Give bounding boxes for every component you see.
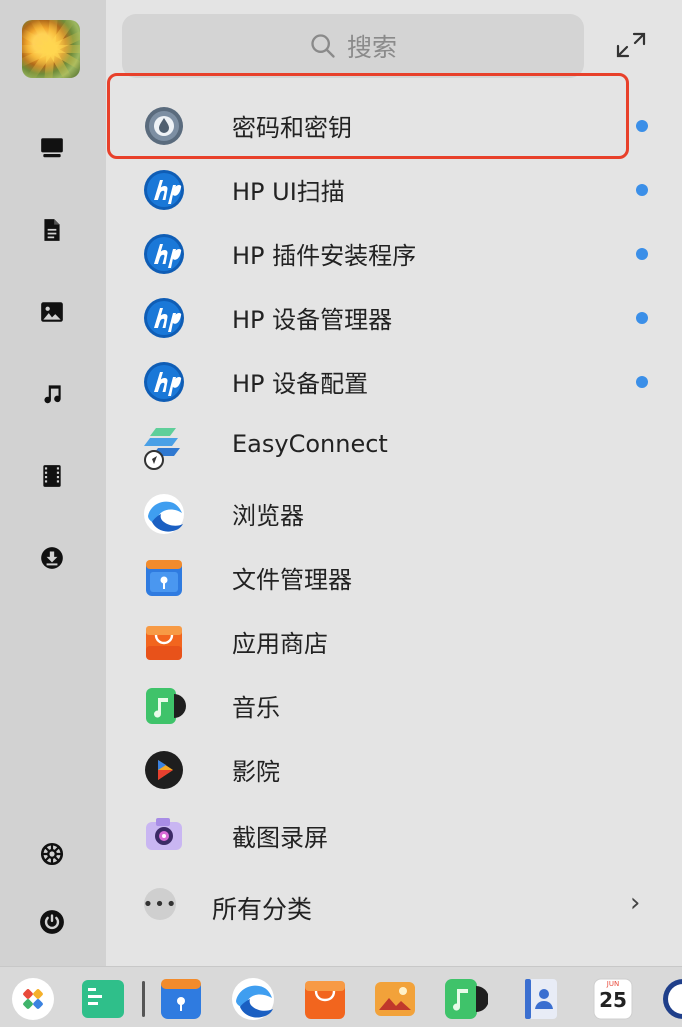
file-manager-icon[interactable] — [158, 976, 204, 1022]
new-app-indicator — [636, 248, 648, 260]
app-item-app-store[interactable]: 应用商店 — [106, 610, 682, 674]
easyconnect-icon — [144, 428, 180, 470]
hp-icon — [144, 170, 184, 210]
browser-icon — [144, 494, 184, 534]
more-icon: ••• — [143, 888, 176, 920]
contacts-icon[interactable] — [518, 976, 564, 1022]
app-item-browser[interactable]: 浏览器 — [106, 482, 682, 546]
settings-icon[interactable] — [36, 838, 68, 870]
app-label: 文件管理器 — [232, 566, 352, 594]
app-item-screenshot[interactable]: 截图录屏 — [106, 804, 682, 868]
new-app-indicator — [636, 312, 648, 324]
app-item-hp-plugin-installer[interactable]: HP 插件安装程序 — [106, 222, 682, 286]
app-label: 音乐 — [232, 694, 280, 722]
calendar-icon[interactable]: JUN 25 — [590, 976, 636, 1022]
search-input[interactable]: 搜索 — [122, 14, 584, 78]
hp-icon — [144, 234, 184, 274]
screenshot-app-icon — [146, 818, 182, 850]
all-categories-button[interactable]: ••• 所有分类 › — [106, 874, 682, 938]
clock-icon[interactable] — [660, 976, 682, 1022]
document-icon[interactable] — [36, 214, 68, 246]
music-app-icon — [146, 688, 186, 724]
computer-icon[interactable] — [36, 132, 68, 164]
sidebar — [0, 0, 106, 966]
app-label: HP UI扫描 — [232, 178, 345, 206]
expand-icon[interactable] — [614, 30, 648, 60]
app-item-movie[interactable]: 影院 — [106, 738, 682, 802]
app-item-easyconnect[interactable]: EasyConnect — [106, 416, 682, 480]
music-icon[interactable] — [36, 378, 68, 410]
app-label: EasyConnect — [232, 430, 388, 458]
app-label: 影院 — [232, 758, 280, 786]
picture-icon[interactable] — [36, 296, 68, 328]
new-app-indicator — [636, 184, 648, 196]
app-label: HP 插件安装程序 — [232, 242, 417, 270]
app-item-music[interactable]: 音乐 — [106, 674, 682, 738]
app-label: 截图录屏 — [232, 824, 328, 852]
app-store-icon[interactable] — [302, 976, 348, 1022]
search-icon — [311, 34, 335, 58]
app-item-hp-ui-scan[interactable]: HP UI扫描 — [106, 158, 682, 222]
all-categories-label: 所有分类 — [212, 895, 313, 924]
app-item-hp-device-manager[interactable]: HP 设备管理器 — [106, 286, 682, 350]
file-manager-icon — [146, 560, 182, 596]
app-label: HP 设备配置 — [232, 370, 369, 398]
taskbar-app-icon[interactable] — [80, 976, 126, 1022]
browser-icon[interactable] — [230, 976, 276, 1022]
new-app-indicator — [636, 120, 648, 132]
app-item-hp-device-setup[interactable]: HP 设备配置 — [106, 350, 682, 414]
app-label: 浏览器 — [232, 502, 304, 530]
chevron-right-icon: › — [630, 888, 641, 918]
image-viewer-icon[interactable] — [372, 976, 418, 1022]
download-icon[interactable] — [36, 542, 68, 574]
new-app-indicator — [636, 376, 648, 388]
calendar-month: JUN — [606, 980, 620, 988]
launcher-icon[interactable] — [10, 976, 56, 1022]
video-icon[interactable] — [36, 460, 68, 492]
app-store-icon — [146, 626, 182, 660]
hp-icon — [144, 362, 184, 402]
power-icon[interactable] — [36, 906, 68, 938]
calendar-day: 25 — [599, 988, 627, 1012]
movie-app-icon — [145, 751, 183, 789]
search-placeholder: 搜索 — [346, 33, 397, 62]
selection-highlight — [107, 73, 629, 159]
hp-icon — [144, 298, 184, 338]
app-label: HP 设备管理器 — [232, 306, 393, 334]
taskbar-separator — [142, 981, 145, 1017]
app-label: 应用商店 — [232, 630, 328, 658]
taskbar: JUN 25 — [0, 966, 682, 1027]
app-item-file-manager[interactable]: 文件管理器 — [106, 546, 682, 610]
music-app-icon[interactable] — [442, 976, 488, 1022]
avatar[interactable] — [22, 20, 80, 78]
